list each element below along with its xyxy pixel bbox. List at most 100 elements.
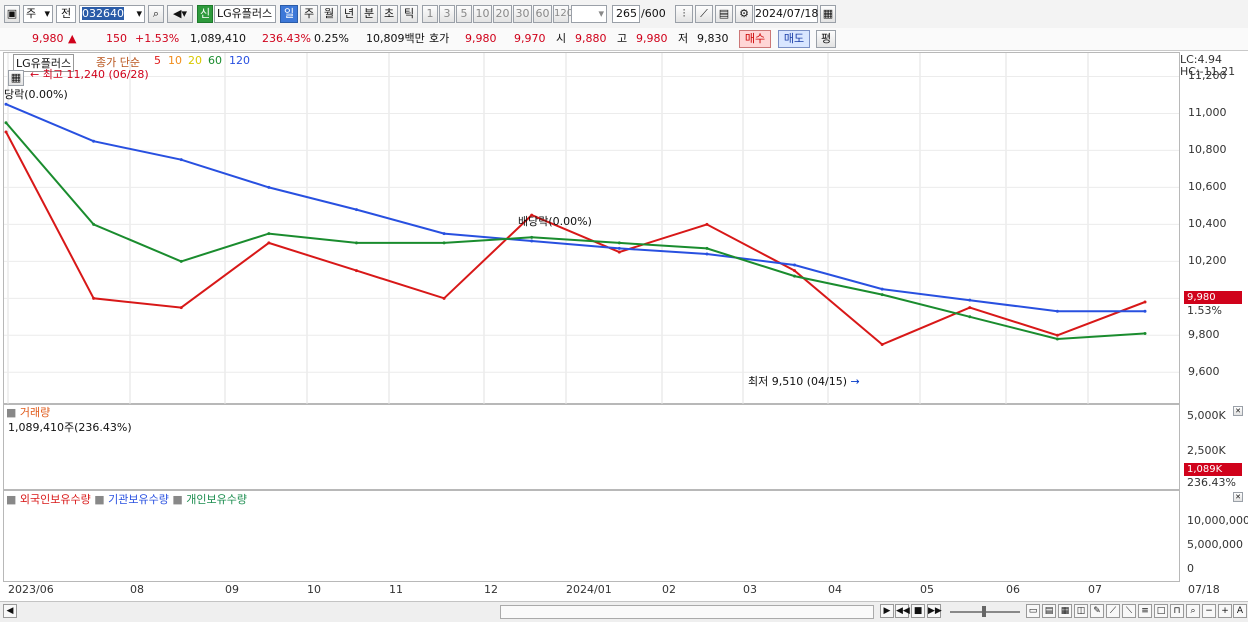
window-icon[interactable]: ▭ bbox=[1026, 604, 1040, 618]
pen-icon[interactable]: ✎ bbox=[1090, 604, 1104, 618]
high-annotation-text: 최고 11,240 (06/28) bbox=[42, 68, 149, 81]
series-point bbox=[442, 296, 446, 300]
volume-value-label: 1,089,410주(236.43%) bbox=[8, 421, 132, 434]
y-tick-label: 10,200 bbox=[1188, 254, 1227, 268]
y-tick-label: 10,600 bbox=[1188, 180, 1227, 194]
dividend-annotation-1: 당락(0.00%) bbox=[4, 88, 68, 101]
holdings-close-icon[interactable]: ✕ bbox=[1233, 492, 1243, 502]
table-icon[interactable]: ▦ bbox=[1058, 604, 1072, 618]
rewind-icon[interactable]: ◀◀ bbox=[895, 604, 910, 618]
legend-ma-20: 20 bbox=[188, 54, 202, 67]
font-icon[interactable]: A bbox=[1233, 604, 1247, 618]
legend-foreign: 외국인보유수량 bbox=[19, 493, 91, 506]
x-end-label: 07/18 bbox=[1188, 583, 1220, 596]
series-point bbox=[4, 121, 8, 125]
series-point bbox=[530, 235, 534, 239]
square-icon[interactable]: □ bbox=[1154, 604, 1168, 618]
series-point bbox=[617, 246, 621, 250]
series-point bbox=[179, 158, 183, 162]
legend-individual: 개인보유수량 bbox=[186, 493, 248, 506]
series-point bbox=[968, 306, 972, 310]
low-annotation: 최저 9,510 (04/15) → bbox=[748, 373, 860, 389]
series-point bbox=[354, 269, 358, 273]
bottom-scrollbar[interactable]: ◀ ▶ ◀◀ ■ ▶▶ ▭ ▤ ▦ ◫ ✎ ⟋ ⟍ ≡ □ ⊓ ⌕ − + A bbox=[0, 601, 1248, 622]
volume-tag: 1,089K bbox=[1184, 463, 1242, 476]
series-point bbox=[793, 274, 797, 278]
volume-close-icon[interactable]: ✕ bbox=[1233, 406, 1243, 416]
y-tick-label: 11,000 bbox=[1188, 106, 1227, 120]
trend-icon[interactable]: ⟍ bbox=[1122, 604, 1136, 618]
zoom-in-icon[interactable]: ⌕ bbox=[1186, 604, 1200, 618]
minus-icon[interactable]: − bbox=[1202, 604, 1216, 618]
series-point bbox=[1143, 331, 1147, 335]
series-point bbox=[92, 139, 96, 143]
arrow-left-icon: ← bbox=[30, 68, 40, 81]
zoom-slider-handle[interactable] bbox=[982, 606, 986, 617]
holdings-tick-2: 5,000,000 bbox=[1187, 538, 1243, 551]
series-point bbox=[354, 241, 358, 245]
x-tick-label: 02 bbox=[662, 583, 676, 596]
x-tick-label: 11 bbox=[389, 583, 403, 596]
x-tick-label: 2023/06 bbox=[8, 583, 54, 596]
series-point bbox=[1143, 300, 1147, 304]
y-tick-label: 10,800 bbox=[1188, 143, 1227, 157]
x-tick-label: 12 bbox=[484, 583, 498, 596]
forward-icon[interactable]: ▶▶ bbox=[927, 604, 942, 618]
holdings-tick-1: 10,000,000 bbox=[1187, 514, 1248, 527]
series-point bbox=[179, 259, 183, 263]
series-point bbox=[705, 222, 709, 226]
plus-icon[interactable]: + bbox=[1218, 604, 1232, 618]
low-annotation-text: 최저 9,510 (04/15) bbox=[748, 375, 848, 388]
legend-institution: 기관보유수량 bbox=[108, 493, 169, 506]
price-tag: 9,980 bbox=[1184, 291, 1242, 304]
series-point bbox=[705, 246, 709, 250]
layout-icon[interactable]: ▤ bbox=[1042, 604, 1056, 618]
series-point bbox=[880, 287, 884, 291]
series-point bbox=[1055, 333, 1059, 337]
scroll-thumb[interactable] bbox=[500, 605, 874, 619]
series-point bbox=[968, 315, 972, 319]
volume-panel[interactable] bbox=[3, 404, 1180, 490]
grid-toggle-icon[interactable]: ▦ bbox=[8, 70, 24, 86]
legend-ma-10: 10 bbox=[168, 54, 182, 67]
scroll-left-icon[interactable]: ◀ bbox=[3, 604, 17, 618]
lock-icon[interactable]: ⊓ bbox=[1170, 604, 1184, 618]
pct-tag: 1.53% bbox=[1187, 304, 1222, 317]
y-tick-label: 11,200 bbox=[1188, 69, 1227, 83]
series-point bbox=[354, 208, 358, 212]
stop-icon[interactable]: ■ bbox=[911, 604, 925, 618]
series-point bbox=[617, 241, 621, 245]
volume-title: ■ 거래량 bbox=[6, 404, 50, 420]
volume-tick-1: 5,000K bbox=[1187, 409, 1226, 422]
scroll-right-icon[interactable]: ▶ bbox=[880, 604, 894, 618]
x-tick-label: 10 bbox=[307, 583, 321, 596]
x-tick-label: 05 bbox=[920, 583, 934, 596]
volume-pct-tag: 236.43% bbox=[1187, 476, 1236, 489]
chart-icon[interactable]: ◫ bbox=[1074, 604, 1088, 618]
series-point bbox=[92, 222, 96, 226]
series-point bbox=[267, 241, 271, 245]
dividend-annotation-2: 배당락(0.00%) bbox=[518, 215, 592, 228]
legend-marker: ■ bbox=[94, 493, 105, 506]
volume-marker: ■ bbox=[6, 406, 17, 419]
legend-ma-60: 60 bbox=[208, 54, 222, 67]
holdings-legend: ■ 외국인보유수량 ■ 기관보유수량 ■ 개인보유수량 bbox=[6, 491, 247, 507]
x-tick-label: 06 bbox=[1006, 583, 1020, 596]
series-point bbox=[267, 232, 271, 236]
line-icon[interactable]: ⟋ bbox=[1106, 604, 1120, 618]
x-tick-label: 08 bbox=[130, 583, 144, 596]
series-point bbox=[530, 239, 534, 243]
series-point bbox=[705, 252, 709, 256]
y-tick-label: 9,600 bbox=[1188, 365, 1220, 379]
series-point bbox=[793, 263, 797, 267]
series-point bbox=[968, 298, 972, 302]
series-point bbox=[92, 296, 96, 300]
x-tick-label: 07 bbox=[1088, 583, 1102, 596]
series-point bbox=[880, 293, 884, 297]
holdings-tick-3: 0 bbox=[1187, 562, 1194, 575]
fibo-icon[interactable]: ≡ bbox=[1138, 604, 1152, 618]
series-point bbox=[617, 250, 621, 254]
x-tick-label: 09 bbox=[225, 583, 239, 596]
arrow-right-icon: → bbox=[850, 375, 860, 388]
series-point bbox=[1143, 309, 1147, 313]
